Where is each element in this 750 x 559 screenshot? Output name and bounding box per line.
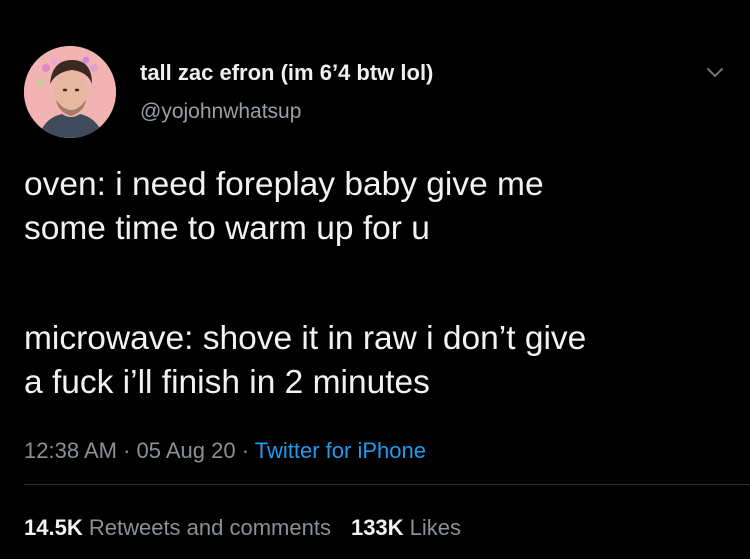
divider — [24, 484, 750, 485]
chevron-down-icon[interactable] — [705, 62, 725, 82]
retweets-label: Retweets and comments — [88, 515, 331, 540]
meta-separator: · — [116, 438, 137, 463]
tweet-line: some time to warm up for u — [24, 210, 430, 247]
tweet-time[interactable]: 12:38 AM — [24, 438, 117, 463]
tweet-date[interactable]: 05 Aug 20 — [137, 438, 236, 463]
retweets-count: 14.5K — [24, 515, 83, 540]
tweet-stats: 14.5K Retweets and comments 133K Likes — [24, 515, 461, 541]
likes-label: Likes — [409, 515, 462, 540]
tweet-paragraph: oven: i need foreplay baby give me some … — [24, 163, 734, 251]
tweet-card: tall zac efron (im 6’4 btw lol) @yojohnw… — [0, 0, 750, 559]
author-display-name[interactable]: tall zac efron (im 6’4 btw lol) — [140, 60, 433, 86]
likes-stat[interactable]: 133K Likes — [351, 515, 461, 540]
tweet-line: a fuck i’ll finish in 2 minutes — [24, 364, 430, 401]
likes-count: 133K — [350, 515, 404, 540]
profile-photo-avatar-icon — [24, 46, 116, 138]
tweet-line: oven: i need foreplay baby give me — [24, 166, 544, 203]
tweet-metadata: 12:38 AM · 05 Aug 20 · Twitter for iPhon… — [24, 438, 426, 464]
tweet-paragraph: microwave: shove it in raw i don’t give … — [24, 317, 734, 405]
tweet-text: oven: i need foreplay baby give me some … — [24, 163, 734, 405]
retweets-stat[interactable]: 14.5K Retweets and comments — [24, 515, 331, 540]
meta-separator: · — [235, 438, 255, 463]
avatar[interactable] — [24, 46, 116, 138]
author-handle[interactable]: @yojohnwhatsup — [140, 100, 301, 124]
tweet-line: microwave: shove it in raw i don’t give — [24, 320, 587, 357]
tweet-source-link[interactable]: Twitter for iPhone — [255, 438, 426, 463]
